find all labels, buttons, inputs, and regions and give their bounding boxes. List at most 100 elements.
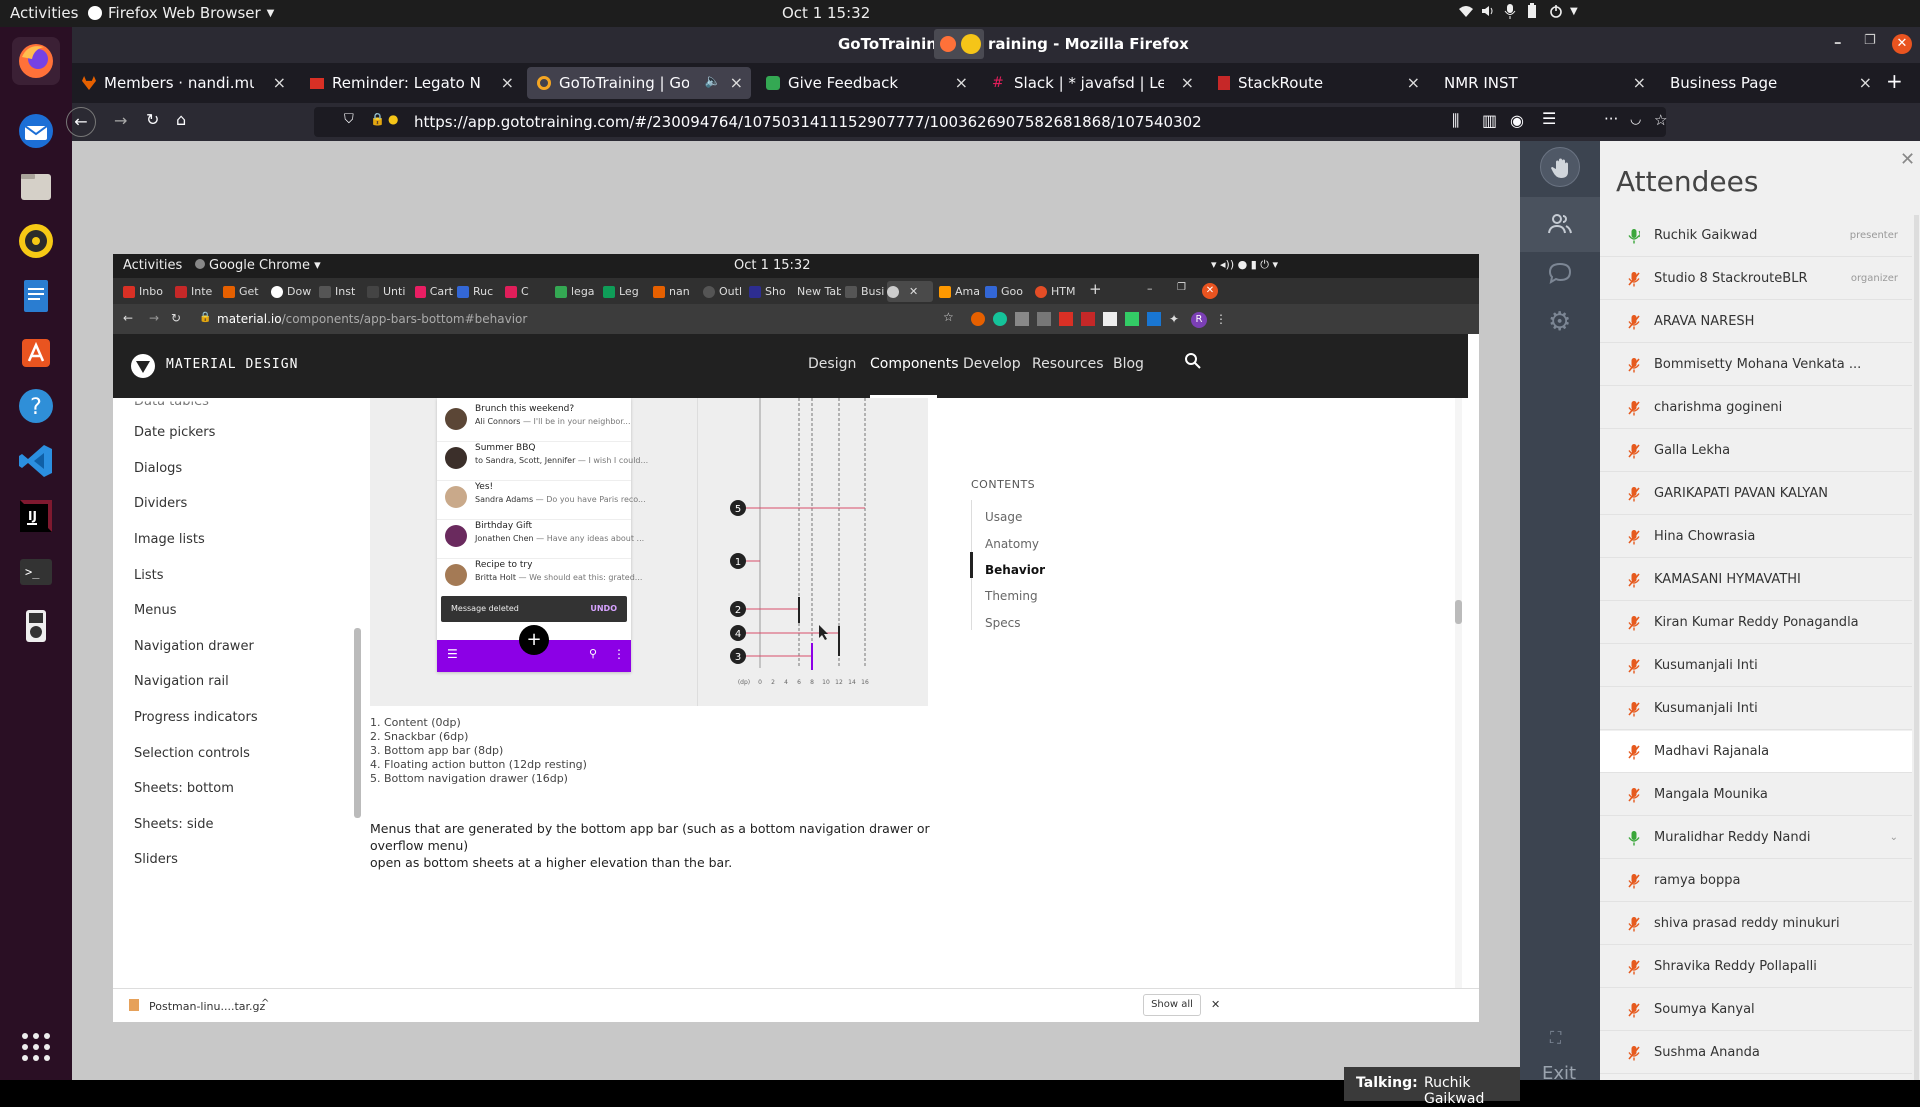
battery-icon[interactable] [1526,3,1538,19]
minimize-button[interactable]: – [1834,33,1842,51]
close-tab-icon[interactable]: × [501,73,514,92]
attendee-row[interactable]: Sushma Ananda [1600,1032,1912,1074]
shared-tab: Outl [703,281,745,302]
ipod-icon[interactable] [12,602,60,650]
new-tab-button[interactable]: + [1886,69,1903,93]
close-tab-icon[interactable]: × [1859,73,1872,92]
sidebar-icon[interactable]: ▥ [1482,111,1497,130]
shield-icon[interactable]: ⛉ [344,112,354,127]
software-center-icon[interactable] [12,327,60,375]
tab-give-feedback[interactable]: Give Feedback × [756,67,976,99]
close-tab-icon[interactable]: × [273,73,286,92]
thunderbird-icon[interactable] [12,107,60,155]
close-tab-icon[interactable]: × [955,73,968,92]
menu-icon[interactable]: ☰ [1542,109,1556,128]
tab-reminder[interactable]: Reminder: Legato NHT W× [300,67,522,99]
restore-button[interactable]: ❐ [1864,33,1876,48]
attendee-row[interactable]: Studio 8 StackrouteBLR organizer [1600,258,1912,300]
fullscreen-icon[interactable]: ⛶ [1550,1028,1561,1048]
attendee-row[interactable]: ARAVA NARESH [1600,301,1912,343]
feedback-icon [766,76,780,90]
nav-components: Components [870,356,959,372]
close-tab-icon[interactable]: × [1407,73,1420,92]
attendee-row[interactable]: Kusumanjali Inti [1600,688,1912,730]
attendee-row[interactable]: Soumya Kanyal [1600,989,1912,1031]
attendee-row[interactable]: KAMASANI HYMAVATHI [1600,559,1912,601]
home-button[interactable]: ⌂ [176,110,186,129]
lock-icon[interactable]: 🔒 [370,112,385,126]
raise-hand-button[interactable] [1540,147,1580,187]
shared-tab: Get [223,281,271,302]
attendee-row[interactable]: Madhavi Rajanala [1600,731,1912,773]
attendee-row[interactable]: Kiran Kumar Reddy Ponagandla [1600,602,1912,644]
close-tab-icon[interactable]: × [1633,73,1646,92]
shared-tab: Busi [845,281,885,302]
gear-icon[interactable]: ⚙ [1548,309,1571,335]
vscode-icon[interactable] [12,437,60,485]
shared-url: material.io/components/app-bars-bottom#b… [217,312,528,326]
firefox-icon[interactable] [12,37,60,85]
tab-gototraining[interactable]: GoToTraining | GoToT 🔈 × [527,67,751,99]
attendee-row[interactable]: Muralidhar Reddy Nandi ⌄ [1600,817,1912,859]
speaker-icon[interactable]: 🔈 [705,74,721,89]
intellij-icon[interactable]: IJ [12,492,60,540]
tab-business-page[interactable]: Business Page × [1660,67,1880,99]
attendee-row[interactable]: Bommisetty Mohana Venkata ... [1600,344,1912,386]
microphone-icon[interactable] [1504,3,1516,19]
attendee-row[interactable]: shiva prasad reddy minukuri [1600,903,1912,945]
libreoffice-writer-icon[interactable] [12,272,60,320]
tab-slack[interactable]: # Slack | * javafsd | Legato× [982,67,1202,99]
attendee-row[interactable]: charishma gogineni [1600,387,1912,429]
reload-button[interactable]: ↻ [146,110,159,129]
power-icon[interactable] [1548,3,1564,19]
url-text[interactable]: https://app.gototraining.com/#/230094764… [414,113,1202,131]
back-button[interactable]: ← [66,107,96,137]
mic-muted-icon [1628,271,1640,287]
volume-icon[interactable] [1480,3,1496,19]
help-icon[interactable]: ? [12,382,60,430]
attendee-row[interactable]: Mangala Mounika [1600,774,1912,816]
forward-button[interactable]: → [114,111,127,130]
account-icon[interactable]: ◉ [1510,111,1524,130]
activities-button[interactable]: Activities [10,4,78,22]
chat-icon[interactable] [1548,262,1572,284]
library-icon[interactable]: ⫼ [1452,111,1459,131]
close-window-button[interactable]: ✕ [1892,34,1912,54]
attendee-row[interactable]: GARIKAPATI PAVAN KALYAN [1600,473,1912,515]
attendees-tab[interactable] [1520,197,1600,252]
show-applications-icon[interactable] [12,1023,60,1071]
gmail-icon [123,285,135,298]
chevron-down-icon[interactable]: ▼ [1570,6,1578,17]
attendees-scrollbar[interactable] [1914,215,1919,1080]
app-menu[interactable]: Firefox Web Browser ▼ [88,4,274,22]
sharing-indicator[interactable] [934,29,984,59]
close-tab-icon[interactable]: × [1181,73,1194,92]
close-tab-icon[interactable]: × [730,73,743,92]
attendee-row[interactable]: Galla Lekha [1600,430,1912,472]
tab-nmr-inst[interactable]: NMR INST × [1434,67,1654,99]
shared-tab-strip: Inbo Inte Get Dow Inst Unti Cart Ruc C l… [113,278,1479,304]
bookmark-star-icon[interactable]: ☆ [1654,111,1667,129]
rhythmbox-icon[interactable] [12,217,60,265]
terminal-icon[interactable]: >_ [12,547,60,595]
tab-members[interactable]: Members · nandi.muralid× [72,67,294,99]
mic-muted-icon [1628,787,1640,803]
wifi-icon[interactable] [1458,3,1474,19]
chevron-down-icon[interactable]: ⌄ [1890,832,1898,843]
system-clock[interactable]: Oct 1 15:32 [782,4,870,22]
tab-stackroute[interactable]: StackRoute × [1208,67,1428,99]
attendee-row[interactable]: Hina Chowrasia [1600,516,1912,558]
pocket-icon[interactable]: ◡ [1630,112,1641,127]
files-icon[interactable] [12,162,60,210]
sidebar-item: Dialogs [134,461,183,476]
attendee-row[interactable]: Ruchik Gaikwad presenter [1600,215,1912,257]
exit-button[interactable]: Exit [1542,1063,1576,1084]
attendee-row[interactable]: Kusumanjali Inti [1600,645,1912,687]
attendee-row[interactable]: Shravika Reddy Pollapalli [1600,946,1912,988]
page-actions-icon[interactable]: ··· [1604,110,1618,128]
close-panel-button[interactable]: ✕ [1900,149,1915,170]
shared-tab: nan [653,281,697,302]
microphone-icon[interactable]: ● [388,112,398,126]
address-bar[interactable]: ⛉ 🔒 ● https://app.gototraining.com/#/230… [314,107,1667,137]
attendee-row[interactable]: ramya boppa [1600,860,1912,902]
